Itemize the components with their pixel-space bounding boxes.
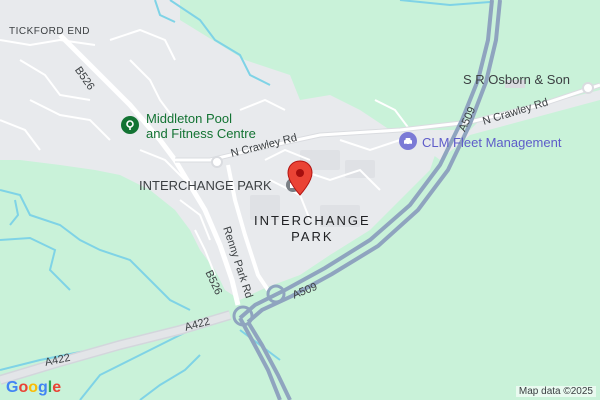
fitness-place-icon[interactable] xyxy=(121,116,139,134)
google-logo: Google xyxy=(6,379,61,397)
interchange-park-business-label[interactable]: INTERCHANGE PARK xyxy=(139,178,272,193)
clm-fleet-label[interactable]: CLM Fleet Management xyxy=(422,135,561,150)
map-base-layer xyxy=(0,0,600,400)
google-logo-text: Google xyxy=(6,379,62,396)
osborn-label[interactable]: S R Osborn & Son xyxy=(463,72,570,87)
location-pin-icon[interactable] xyxy=(287,160,313,196)
roundabout-east xyxy=(582,82,594,94)
middleton-pool-label[interactable]: Middleton Pool and Fitness Centre xyxy=(146,111,256,141)
roundabout-crawley xyxy=(211,156,223,168)
map-attribution[interactable]: Map data ©2025 xyxy=(515,386,596,397)
middleton-pool-line2: and Fitness Centre xyxy=(146,126,256,141)
car-service-icon[interactable] xyxy=(399,132,417,150)
middleton-pool-line1: Middleton Pool xyxy=(146,111,232,126)
area-label-line1: INTERCHANGE xyxy=(254,213,371,228)
interchange-park-area-label: INTERCHANGE PARK xyxy=(254,213,371,245)
area-label-line2: PARK xyxy=(291,229,334,244)
map-canvas[interactable]: TICKFORD END INTERCHANGE PARK INTERCHANG… xyxy=(0,0,600,400)
tickford-end-label: TICKFORD END xyxy=(9,26,90,37)
